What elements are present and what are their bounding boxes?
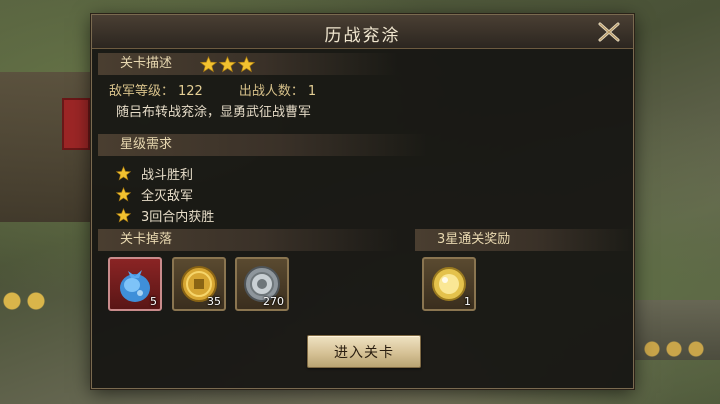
enemy-level-value: 122 <box>178 84 203 99</box>
requirement-label: 战斗胜利 <box>141 168 194 183</box>
stage-description-header-label: 关卡描述 <box>120 56 173 71</box>
star-requirements-header-label: 星级需求 <box>120 137 173 152</box>
stage-stars <box>200 56 255 73</box>
enemy-level-label: 敌军等级： <box>109 84 175 99</box>
stage-description-header: 关卡描述 <box>98 53 398 75</box>
enter-stage-button[interactable]: 进入关卡 <box>307 335 421 368</box>
star-requirements-header: 星级需求 <box>98 134 428 156</box>
requirement-label: 3回合内获胜 <box>141 210 215 225</box>
background-gold-ornaments <box>0 290 60 312</box>
troops-label: 出战人数： <box>238 84 304 99</box>
drop-item-count: 35 <box>207 295 221 308</box>
star-icon <box>116 166 131 181</box>
dialog-title-bar: 历战兖涂 <box>92 15 633 49</box>
drop-item-slot[interactable]: 5 <box>108 257 162 311</box>
requirement-item: 战斗胜利 <box>116 163 214 184</box>
requirement-item: 全灭敌军 <box>116 184 214 205</box>
requirement-label: 全灭敌军 <box>141 189 194 204</box>
stage-description-text: 随吕布转战兖涂，显勇武征战曹军 <box>116 105 312 120</box>
close-x-icon <box>598 22 620 42</box>
stage-drops-header-label: 关卡掉落 <box>120 232 173 247</box>
reward-item-slot[interactable]: 1 <box>422 257 476 311</box>
star-reward-header: 3星通关奖励 <box>415 229 635 251</box>
stage-drops-header: 关卡掉落 <box>98 229 398 251</box>
stage-info-dialog: 历战兖涂 关卡描述 敌军等级： 122 出战人数： 1 随吕布转战兖涂，显勇武征战曹军 <box>91 14 635 389</box>
drop-item-count: 5 <box>150 295 157 308</box>
close-button[interactable] <box>597 21 621 43</box>
drop-item-slot[interactable]: 35 <box>172 257 226 311</box>
requirement-item: 3回合内获胜 <box>116 205 214 226</box>
stage-info-line: 敌军等级： 122 出战人数： 1 <box>109 80 352 99</box>
star-requirements-list: 战斗胜利 全灭敌军 3回合内获胜 <box>116 163 214 226</box>
reward-item-count: 1 <box>464 295 471 308</box>
star-icon <box>200 56 217 73</box>
drop-item-count: 270 <box>263 295 284 308</box>
drop-item-slot[interactable]: 270 <box>235 257 289 311</box>
dialog-title: 历战兖涂 <box>324 26 401 46</box>
star-reward-header-label: 3星通关奖励 <box>437 232 511 247</box>
troops-value: 1 <box>307 84 317 99</box>
star-icon <box>116 208 131 223</box>
background-red-banner <box>62 98 90 150</box>
star-icon <box>116 187 131 202</box>
star-icon <box>238 56 255 73</box>
background-gold-ornaments-right <box>640 338 720 360</box>
star-icon <box>219 56 236 73</box>
